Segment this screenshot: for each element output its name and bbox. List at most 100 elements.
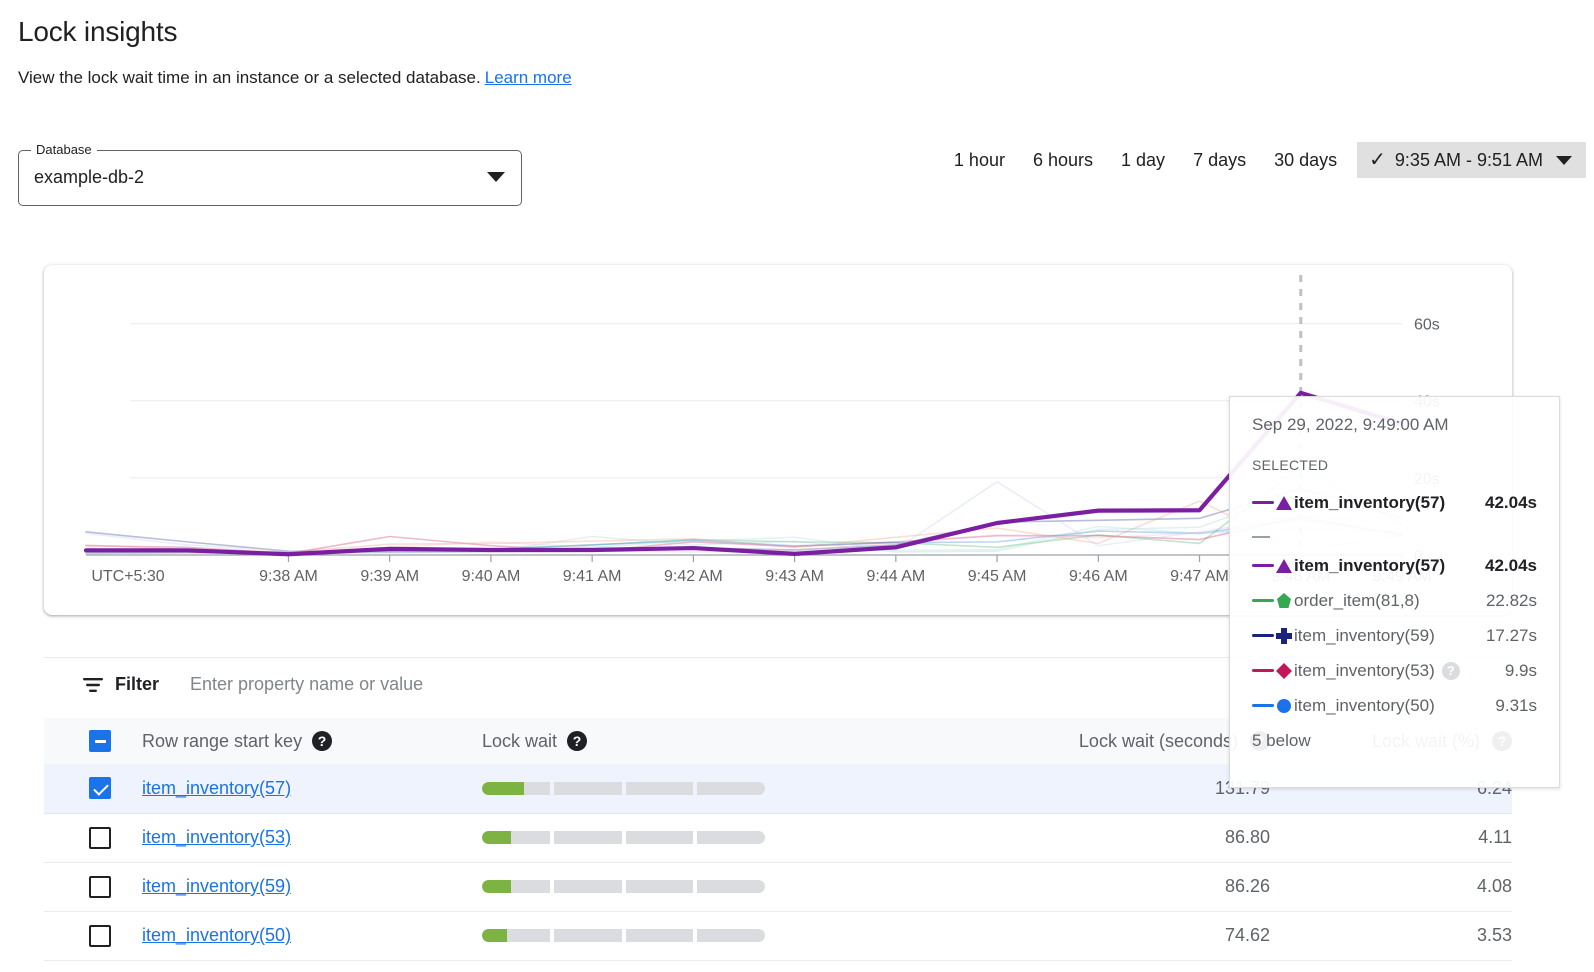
tooltip-row: item_inventory(57)42.04s [1252,485,1537,520]
lock-wait-seconds-cell: 86.80 [1002,813,1270,862]
chevron-down-icon[interactable] [1556,156,1572,165]
bar-segment [482,831,550,844]
row-range-start-key-cell: item_inventory(50) [142,911,482,960]
row-checkbox[interactable] [89,876,111,898]
time-range-30-days[interactable]: 30 days [1260,142,1351,178]
chart-hover-tooltip: Sep 29, 2022, 9:49:00 AM SELECTED item_i… [1229,396,1560,788]
select-all-checkbox[interactable] [89,730,111,752]
series-marker-icon [1252,493,1294,513]
lock-wait-percent-cell: 4.08 [1270,862,1512,911]
bar-segment [554,782,622,795]
row-range-start-key-link[interactable]: item_inventory(59) [142,876,291,896]
tooltip-selected-label: SELECTED [1252,457,1537,473]
tooltip-row: order_item(81,8) 22.82s [1252,583,1537,618]
column-label: Row range start key [142,731,302,752]
column-label: Lock wait [482,731,557,752]
lock-wait-bar [482,929,765,942]
lock-insights-page: Lock insights View the lock wait time in… [0,0,1594,972]
page-subtitle: View the lock wait time in an instance o… [18,68,572,88]
lock-wait-percent-cell: 3.53 [1270,911,1512,960]
column-header-row-range-start-key[interactable]: Row range start key ? [142,718,482,764]
lock-wait-seconds-cell: 86.26 [1002,862,1270,911]
help-icon[interactable]: ? [567,731,587,751]
time-range-7-days[interactable]: 7 days [1179,142,1260,178]
tooltip-series-rows: item_inventory(57)42.04sorder_item(81,8)… [1252,548,1537,723]
help-icon[interactable]: ? [1442,662,1460,680]
database-select-value: example-db-2 [34,167,144,188]
filter-icon[interactable] [82,677,104,693]
row-range-start-key-link[interactable]: item_inventory(57) [142,778,291,798]
help-icon[interactable]: ? [312,731,332,751]
check-icon: ✓ [1369,150,1386,170]
bar-segment [697,929,765,942]
series-marker-icon [1252,696,1294,716]
svg-text:9:44 AM: 9:44 AM [866,568,925,585]
chevron-down-icon[interactable] [487,172,505,182]
tooltip-divider [1252,536,1270,538]
lock-wait-bar-cell [482,911,1002,960]
database-select[interactable]: Database example-db-2 [18,150,522,206]
tooltip-more-label: 5 below [1252,731,1537,751]
series-marker-icon [1252,556,1294,576]
column-label: Lock wait (seconds) [1079,731,1238,752]
bar-segment [482,782,550,795]
bar-segment [697,831,765,844]
row-checkbox[interactable] [89,925,111,947]
lock-wait-bar [482,782,765,795]
tooltip-series-name: item_inventory(59) [1294,626,1476,646]
lock-wait-bar-cell [482,862,1002,911]
series-marker-icon [1252,626,1294,646]
tooltip-series-name: item_inventory(57) [1294,493,1475,513]
time-range-1-hour[interactable]: 1 hour [940,142,1019,178]
column-header-lock-wait[interactable]: Lock wait ? [482,718,1002,764]
time-range-custom-label: 9:35 AM - 9:51 AM [1395,150,1543,171]
tooltip-selected-rows: item_inventory(57)42.04s [1252,485,1537,520]
tooltip-series-value: 9.31s [1495,696,1537,716]
tooltip-series-value: 22.82s [1486,591,1537,611]
svg-text:60s: 60s [1414,317,1440,334]
bar-segment [482,929,550,942]
time-range-custom[interactable]: ✓ 9:35 AM - 9:51 AM [1357,142,1586,178]
bar-segment [626,929,694,942]
row-range-start-key-cell: item_inventory(59) [142,862,482,911]
lock-wait-percent-cell: 4.11 [1270,813,1512,862]
tooltip-row: item_inventory(59)17.27s [1252,618,1537,653]
page-title: Lock insights [18,16,177,48]
row-select-cell [44,813,142,862]
row-checkbox[interactable] [89,777,111,799]
bar-segment [697,782,765,795]
lock-wait-seconds-cell: 74.62 [1002,911,1270,960]
series-marker-icon [1252,661,1294,681]
time-range-1-day[interactable]: 1 day [1107,142,1179,178]
bar-fill [482,782,524,795]
learn-more-link[interactable]: Learn more [485,68,572,87]
lock-wait-bar-cell [482,813,1002,862]
filter-input[interactable] [188,673,788,696]
row-range-start-key-link[interactable]: item_inventory(50) [142,925,291,945]
svg-text:9:41 AM: 9:41 AM [563,568,622,585]
select-all-cell [44,718,142,764]
svg-text:9:47 AM: 9:47 AM [1170,568,1229,585]
tooltip-row: item_inventory(50)9.31s [1252,688,1537,723]
tooltip-series-value: 42.04s [1485,556,1537,576]
tooltip-series-name: order_item(81,8) [1294,591,1476,611]
table-row[interactable]: item_inventory(53) 86.804.11 [44,813,1512,862]
time-range-selector: 1 hour 6 hours 1 day 7 days 30 days ✓ 9:… [940,142,1586,178]
time-range-6-hours[interactable]: 6 hours [1019,142,1107,178]
bar-segment [697,880,765,893]
table-row[interactable]: item_inventory(59) 86.264.08 [44,862,1512,911]
lock-wait-bar [482,880,765,893]
row-range-start-key-cell: item_inventory(53) [142,813,482,862]
bar-segment [554,880,622,893]
svg-text:9:39 AM: 9:39 AM [360,568,419,585]
bar-fill [482,831,511,844]
series-marker-icon [1252,591,1294,611]
svg-text:9:38 AM: 9:38 AM [259,568,318,585]
row-range-start-key-link[interactable]: item_inventory(53) [142,827,291,847]
row-select-cell [44,911,142,960]
table-row[interactable]: item_inventory(50) 74.623.53 [44,911,1512,960]
database-select-label: Database [31,142,97,157]
row-checkbox[interactable] [89,827,111,849]
lock-wait-bar-cell [482,764,1002,813]
svg-text:9:46 AM: 9:46 AM [1069,568,1128,585]
